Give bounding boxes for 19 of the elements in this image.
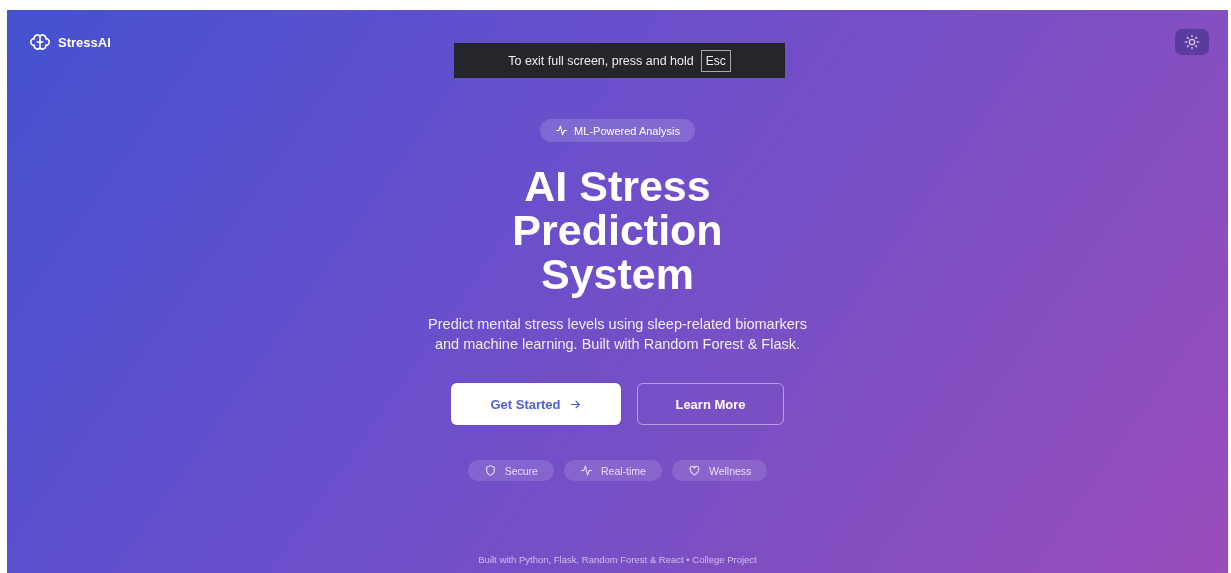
feature-label: Real-time [600,464,646,477]
key-label: Esc [700,49,731,72]
get-started-button[interactable]: Get Started [451,383,621,425]
learn-more-button[interactable]: Learn More [637,383,784,425]
theme-toggle[interactable] [1175,29,1209,55]
sun-icon [1184,34,1200,50]
pulse-icon [579,464,593,477]
feature-label: Secure [504,464,538,477]
brand-name[interactable]: StressAI [58,34,111,50]
shield-icon [483,464,497,477]
feature-label: Wellness [708,464,752,477]
hero-description: Predict mental stress levels using sleep-related biomarkers and machine learning. Built with Random Forest & Flask. [427,315,808,354]
notice-text: To exit full screen, press and hold [508,53,694,68]
badge-label: ML-Powered Analysis [574,124,680,137]
footer-text: Built with Python, Flask, Random Forest & React • College Project [478,554,757,565]
hero-title: AI Stress Prediction System [512,164,723,296]
heart-icon [687,464,701,477]
brain-icon [30,32,50,52]
pulse-icon [555,124,569,137]
